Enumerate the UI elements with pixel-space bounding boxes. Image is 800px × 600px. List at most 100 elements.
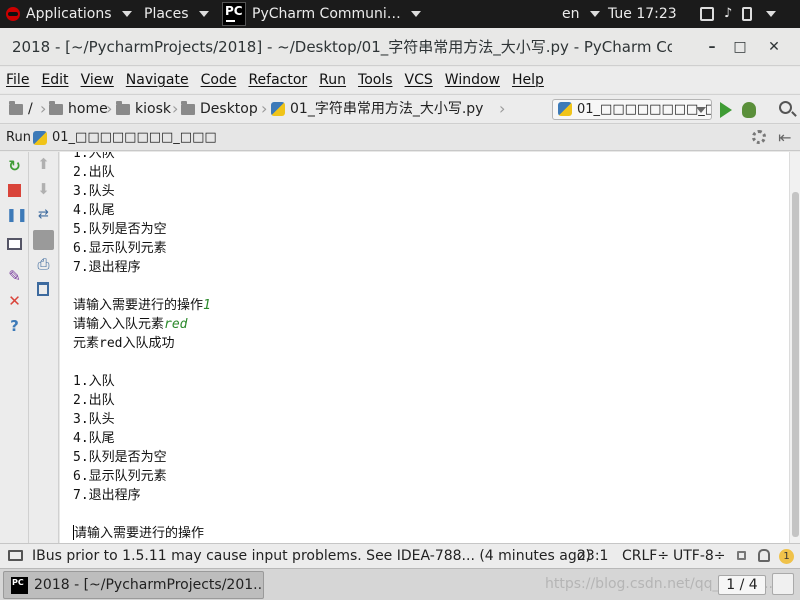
breadcrumb-kiosk[interactable]: kiosk	[116, 95, 171, 123]
arrow-up-icon[interactable]: ⬆	[35, 156, 52, 173]
breadcrumb-desktop[interactable]: Desktop	[181, 95, 258, 123]
chevron-right-icon: ›	[40, 99, 47, 118]
console-line-text: 1.入队	[73, 152, 115, 161]
input-method-menu[interactable]: en	[562, 0, 600, 28]
console-line: 1.入队	[73, 152, 211, 163]
inspector-icon[interactable]	[758, 549, 770, 562]
console-line: 4.队尾	[73, 429, 211, 448]
gear-icon[interactable]	[752, 130, 766, 144]
places-menu[interactable]: Places	[144, 0, 209, 28]
console-lines: 1.入队 2.出队 3.队头 4.队尾 5.队列是否为空 6.显示队列元素 7.退出程序 请输…	[73, 152, 211, 543]
menu-navigate[interactable]: Navigate	[120, 72, 195, 88]
folder-icon	[49, 100, 63, 115]
stop-icon[interactable]	[8, 184, 21, 197]
menu-window[interactable]: Window	[439, 72, 506, 88]
applications-menu[interactable]: Applications	[6, 0, 132, 28]
breadcrumb-home[interactable]: home	[49, 95, 108, 123]
arrow-down-icon[interactable]: ⬇	[35, 181, 52, 198]
console-output[interactable]: 1.入队 2.出队 3.队头 4.队尾 5.队列是否为空 6.显示队列元素 7.退出程序 请输…	[60, 152, 789, 543]
soft-wrap-icon[interactable]: ⇄	[35, 206, 52, 223]
console-scrollbar[interactable]	[789, 152, 800, 543]
console-line: 2.出队	[73, 163, 211, 182]
layout-icon[interactable]	[7, 238, 22, 250]
print-icon[interactable]: ⎙	[35, 256, 52, 273]
tool-windows-icon[interactable]	[8, 550, 23, 561]
help-icon[interactable]: ?	[6, 318, 23, 335]
workspace-switcher[interactable]	[772, 573, 794, 595]
console-line-text: 元素red入队成功	[73, 336, 175, 351]
console-line-text: 请输入需要进行的操作	[73, 298, 204, 313]
system-menu[interactable]: ♪	[700, 0, 777, 28]
console-line: 请输入需要进行的操作	[73, 524, 211, 543]
menu-edit[interactable]: Edit	[35, 72, 74, 88]
console-user-input: red	[164, 317, 188, 332]
console-line: 5.队列是否为空	[73, 220, 211, 239]
notifications-badge[interactable]: 1	[779, 549, 794, 564]
pause-icon[interactable]: ❚❚	[6, 207, 28, 224]
window-title-bar[interactable]: 2018 - [~/PycharmProjects/2018] - ~/Desk…	[0, 28, 800, 66]
console-line-text: 请输入需要进行的操作	[74, 526, 205, 541]
console-line-text: 2.出队	[73, 393, 115, 408]
minimize-button[interactable]: –	[701, 36, 723, 58]
close-button[interactable]: ✕	[763, 36, 785, 58]
console-line: 7.退出程序	[73, 486, 211, 505]
console-line: 6.显示队列元素	[73, 467, 211, 486]
console-line: 3.队头	[73, 182, 211, 201]
debug-icon[interactable]	[742, 102, 756, 118]
run-toolbar-primary: ↻ ❚❚ ✎ ✕ ?	[0, 152, 29, 543]
run-config-tab[interactable]: 01_□□□□□□□□_□□□	[52, 125, 217, 150]
console-line-text: 3.队头	[73, 412, 115, 427]
menu-code[interactable]: Code	[195, 72, 243, 88]
breadcrumb-label: Desktop	[200, 101, 258, 117]
file-encoding[interactable]: UTF-8÷	[673, 544, 726, 568]
rerun-icon[interactable]: ↻	[6, 158, 23, 175]
chevron-right-icon: ›	[172, 99, 179, 118]
run-configuration-select[interactable]: 01_□□□□□□□□_□□□	[552, 99, 712, 120]
menu-view[interactable]: View	[75, 72, 120, 88]
menu-file[interactable]: File	[0, 72, 35, 88]
python-file-icon	[271, 102, 285, 116]
breadcrumb-file[interactable]: 01_字符串常用方法_大小写.py	[271, 95, 483, 123]
trash-icon[interactable]	[37, 282, 49, 296]
active-app-label: PyCharm Communi…	[252, 6, 401, 22]
close-icon[interactable]: ✕	[6, 293, 23, 310]
menu-vcs[interactable]: VCS	[399, 72, 439, 88]
clock[interactable]: Tue 17:23	[608, 0, 677, 28]
menu-run[interactable]: Run	[313, 72, 352, 88]
chevron-down-icon	[589, 11, 600, 17]
menu-help[interactable]: Help	[506, 72, 550, 88]
chevron-down-icon	[121, 11, 132, 17]
menu-tools[interactable]: Tools	[352, 72, 399, 88]
line-separator[interactable]: CRLF÷	[622, 544, 669, 568]
workspace-indicator[interactable]: 1 / 4	[718, 575, 766, 595]
scroll-to-end-icon[interactable]	[33, 230, 54, 250]
folder-icon	[9, 100, 23, 115]
menu-refactor[interactable]: Refactor	[242, 72, 313, 88]
console-line: 5.队列是否为空	[73, 448, 211, 467]
cursor-position[interactable]: 23:1	[577, 544, 608, 568]
scrollbar-thumb[interactable]	[792, 192, 799, 537]
console-line-text: 4.队尾	[73, 203, 115, 218]
console-line: 请输入入队元素red	[73, 315, 211, 334]
console-line-text: 6.显示队列元素	[73, 241, 167, 256]
console-user-input: 1	[203, 298, 211, 313]
status-message[interactable]: IBus prior to 1.5.11 may cause input pro…	[32, 544, 591, 568]
pin-icon[interactable]: ✎	[6, 268, 23, 285]
console-line-text: 4.队尾	[73, 431, 115, 446]
taskbar-window-item[interactable]: PC 2018 - [~/PycharmProjects/201...	[3, 571, 264, 599]
console-line: 请输入需要进行的操作1	[73, 296, 211, 315]
lock-icon[interactable]	[737, 551, 746, 560]
active-app-menu[interactable]: PC PyCharm Communi…	[222, 0, 421, 28]
breadcrumb-label: home	[68, 101, 108, 117]
run-icon[interactable]	[720, 102, 732, 118]
applications-label: Applications	[26, 6, 112, 22]
maximize-button[interactable]: □	[729, 36, 751, 58]
search-icon[interactable]	[779, 101, 792, 114]
chevron-down-icon	[696, 107, 706, 113]
hide-panel-icon[interactable]: ⇤	[778, 128, 791, 147]
console-line: 6.显示队列元素	[73, 239, 211, 258]
console-line: 1.入队	[73, 372, 211, 391]
gnome-top-bar: Applications Places PC PyCharm Communi… …	[0, 0, 800, 28]
breadcrumb-root[interactable]: /	[9, 95, 33, 123]
